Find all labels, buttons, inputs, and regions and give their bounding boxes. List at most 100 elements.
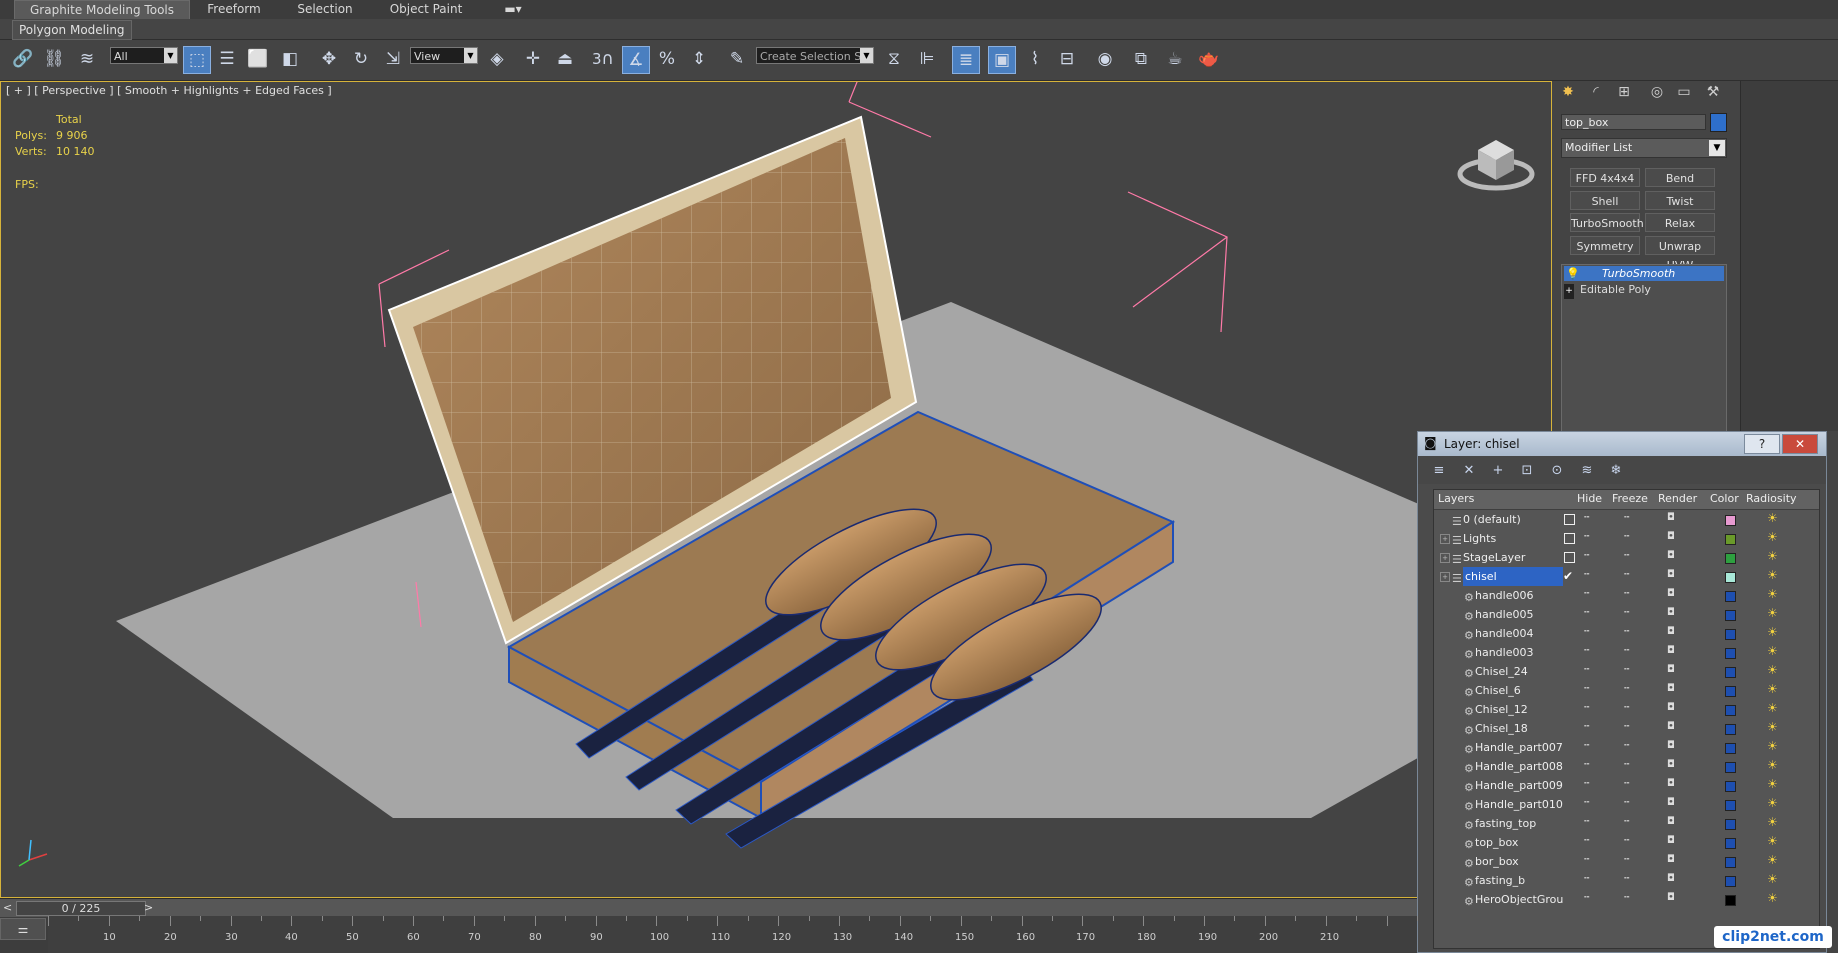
layer-color-swatch[interactable]	[1725, 648, 1736, 659]
radiosity-toggle-icon[interactable]: ☀	[1767, 586, 1781, 602]
layer-color-swatch[interactable]	[1725, 553, 1736, 564]
polygon-modeling-panel-label[interactable]: Polygon Modeling	[12, 20, 132, 40]
mini-curve-editor-icon[interactable]: ⚌	[0, 918, 46, 940]
layer-color-swatch[interactable]	[1725, 610, 1736, 621]
modifier-button-relax[interactable]: Relax	[1645, 213, 1715, 232]
hide-toggle-icon[interactable]: ╍	[1584, 533, 1596, 542]
hide-toggle-icon[interactable]: ╍	[1584, 666, 1596, 675]
layer-name[interactable]: Chisel_6	[1475, 681, 1521, 700]
curve-editor-icon[interactable]: ⌇	[1022, 46, 1048, 72]
freeze-toggle-icon[interactable]: ╍	[1624, 666, 1636, 675]
current-layer-checkbox[interactable]	[1564, 552, 1575, 563]
material-editor-icon[interactable]: ◉	[1092, 46, 1118, 72]
select-and-scale-icon[interactable]: ⇲	[380, 46, 406, 72]
layer-name[interactable]: StageLayer	[1463, 548, 1525, 567]
expand-icon[interactable]: +	[1440, 572, 1450, 582]
create-new-layer-icon[interactable]: ≡	[1430, 462, 1448, 480]
layer-color-swatch[interactable]	[1725, 838, 1736, 849]
edit-named-selection-sets-icon[interactable]: ✎	[724, 46, 750, 72]
delete-layer-icon[interactable]: ✕	[1460, 462, 1478, 480]
object-color-swatch[interactable]	[1710, 113, 1727, 132]
freeze-toggle-icon[interactable]: ╍	[1624, 856, 1636, 865]
render-toggle-icon[interactable]: ◘	[1667, 513, 1679, 523]
layer-row[interactable]: ⚙ HeroObjectGrou ╍ ╍ ◘ ☀	[1434, 890, 1819, 909]
reference-coordinate-system-select[interactable]: View ▼	[410, 47, 478, 64]
utilities-tab-icon[interactable]: ⚒	[1703, 82, 1723, 102]
hide-toggle-icon[interactable]: ╍	[1584, 552, 1596, 561]
layer-name[interactable]: handle003	[1475, 643, 1534, 662]
hide-toggle-icon[interactable]: ╍	[1584, 571, 1596, 580]
radiosity-toggle-icon[interactable]: ☀	[1767, 776, 1781, 792]
lightbulb-icon[interactable]: 💡	[1564, 266, 1582, 281]
layer-color-swatch[interactable]	[1725, 781, 1736, 792]
layer-name[interactable]: Lights	[1463, 529, 1496, 548]
radiosity-toggle-icon[interactable]: ☀	[1767, 643, 1781, 659]
render-toggle-icon[interactable]: ◘	[1667, 684, 1679, 694]
freeze-toggle-icon[interactable]: ╍	[1624, 837, 1636, 846]
selection-filter-select[interactable]: All ▼	[110, 47, 178, 64]
select-object-icon[interactable]: ⬚	[183, 46, 211, 74]
render-setup-icon[interactable]: ⧉	[1128, 46, 1154, 72]
render-toggle-icon[interactable]: ◘	[1667, 855, 1679, 865]
tab-selection[interactable]: Selection	[292, 0, 358, 19]
layer-row[interactable]: ⚙ bor_box ╍ ╍ ◘ ☀	[1434, 852, 1819, 871]
render-toggle-icon[interactable]: ◘	[1667, 779, 1679, 789]
mirror-icon[interactable]: ⧖	[881, 46, 907, 72]
layer-name[interactable]: Handle_part009	[1475, 776, 1563, 795]
layer-row[interactable]: ⚙ Handle_part010 ╍ ╍ ◘ ☀	[1434, 795, 1819, 814]
use-pivot-point-center-icon[interactable]: ◈	[484, 46, 510, 72]
modifier-list-dropdown[interactable]: Modifier List ▼	[1561, 138, 1727, 158]
layer-name[interactable]: handle006	[1475, 586, 1534, 605]
hide-toggle-icon[interactable]: ╍	[1584, 761, 1596, 770]
layer-row[interactable]: ⚙ Chisel_18 ╍ ╍ ◘ ☀	[1434, 719, 1819, 738]
time-slider-thumb[interactable]: 0 / 225	[16, 901, 146, 916]
layer-color-swatch[interactable]	[1725, 686, 1736, 697]
layer-name[interactable]: handle004	[1475, 624, 1534, 643]
layer-name[interactable]: fasting_top	[1475, 814, 1536, 833]
layer-name[interactable]: bor_box	[1475, 852, 1519, 871]
layer-color-swatch[interactable]	[1725, 591, 1736, 602]
freeze-toggle-icon[interactable]: ╍	[1624, 799, 1636, 808]
hide-toggle-icon[interactable]: ╍	[1584, 723, 1596, 732]
layer-row[interactable]: ⚙ top_box ╍ ╍ ◘ ☀	[1434, 833, 1819, 852]
hide-toggle-icon[interactable]: ╍	[1584, 780, 1596, 789]
freeze-toggle-icon[interactable]: ╍	[1624, 761, 1636, 770]
hide-toggle-icon[interactable]: ╍	[1584, 704, 1596, 713]
layer-row[interactable]: ⚙ fasting_top ╍ ╍ ◘ ☀	[1434, 814, 1819, 833]
modifier-button-ffd[interactable]: FFD 4x4x4	[1570, 168, 1640, 187]
render-toggle-icon[interactable]: ◘	[1667, 703, 1679, 713]
current-layer-check-icon[interactable]: ✔	[1563, 567, 1573, 586]
freeze-toggle-icon[interactable]: ╍	[1624, 875, 1636, 884]
radiosity-toggle-icon[interactable]: ☀	[1767, 814, 1781, 830]
column-layers[interactable]: Layers	[1438, 492, 1474, 505]
freeze-toggle-icon[interactable]: ╍	[1624, 533, 1636, 542]
current-layer-checkbox[interactable]	[1564, 533, 1575, 544]
stack-item-editable-poly[interactable]: + Editable Poly	[1564, 282, 1724, 299]
layer-color-swatch[interactable]	[1725, 572, 1736, 583]
freeze-toggle-icon[interactable]: ╍	[1624, 628, 1636, 637]
prev-frame-button[interactable]: <	[3, 901, 12, 914]
radiosity-toggle-icon[interactable]: ☀	[1767, 681, 1781, 697]
render-toggle-icon[interactable]: ◘	[1667, 627, 1679, 637]
radiosity-toggle-icon[interactable]: ☀	[1767, 510, 1781, 526]
radiosity-toggle-icon[interactable]: ☀	[1767, 890, 1781, 906]
layer-name[interactable]: chisel	[1463, 567, 1563, 586]
modifier-button-shell[interactable]: Shell	[1570, 191, 1640, 210]
window-crossing-icon[interactable]: ◧	[277, 46, 303, 72]
close-button[interactable]: ✕	[1782, 434, 1818, 454]
layer-color-swatch[interactable]	[1725, 629, 1736, 640]
layer-name[interactable]: Chisel_18	[1475, 719, 1528, 738]
hide-toggle-icon[interactable]: ╍	[1584, 856, 1596, 865]
expand-icon[interactable]: +	[1440, 553, 1450, 563]
expand-plus-icon[interactable]: +	[1564, 284, 1574, 299]
modifier-button-symmetry[interactable]: Symmetry	[1570, 236, 1640, 255]
radiosity-toggle-icon[interactable]: ☀	[1767, 757, 1781, 773]
viewport-label-menu[interactable]: [ + ] [ Perspective ] [ Smooth + Highlig…	[6, 84, 332, 97]
column-color[interactable]: Color	[1710, 492, 1739, 505]
layer-name[interactable]: Handle_part010	[1475, 795, 1563, 814]
layer-row[interactable]: ⚙ Chisel_12 ╍ ╍ ◘ ☀	[1434, 700, 1819, 719]
layer-row[interactable]: ⚙ fasting_b ╍ ╍ ◘ ☀	[1434, 871, 1819, 890]
render-toggle-icon[interactable]: ◘	[1667, 570, 1679, 580]
select-by-name-icon[interactable]: ☰	[214, 46, 240, 72]
radiosity-toggle-icon[interactable]: ☀	[1767, 548, 1781, 564]
